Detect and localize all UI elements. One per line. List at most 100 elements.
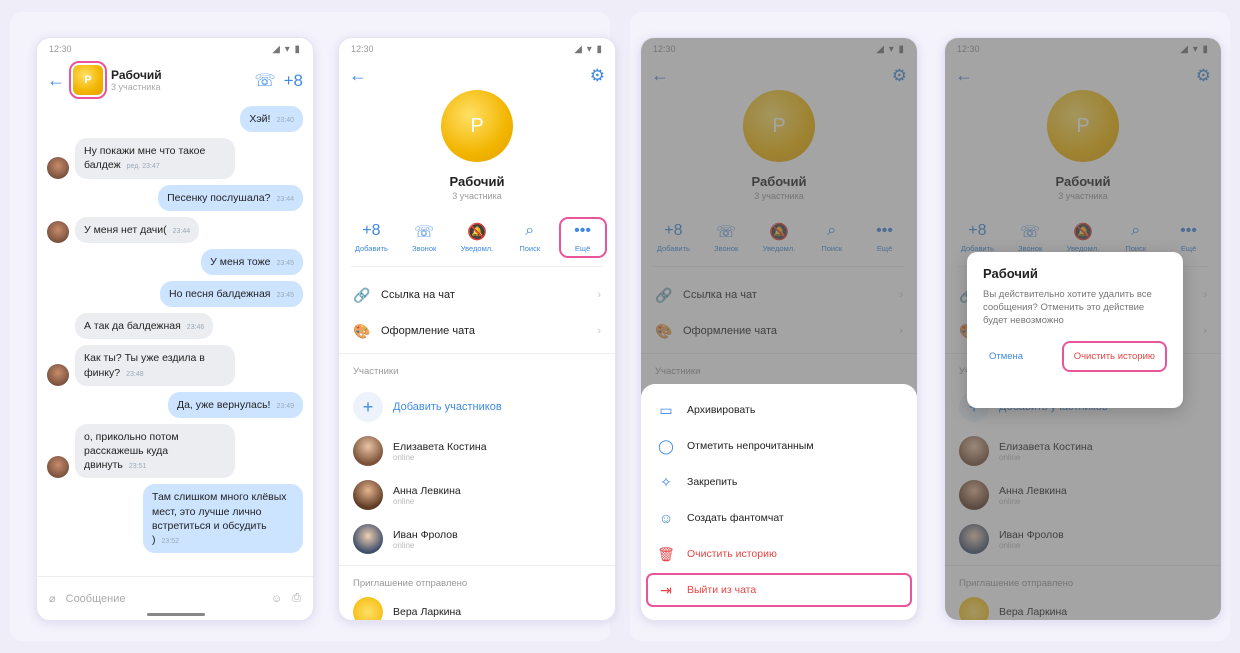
message-row: А так да балдежная 23:46 [47,313,303,340]
phone-profile: 12:30 ◢ ▾ ▮ ← ⚙ Р Рабочий 3 участника +8 Д… [338,37,616,621]
message-bubble[interactable]: Да, уже вернулась! 23:49 [167,391,303,418]
status-time: 12:30 [49,44,72,54]
chat-design-item[interactable]: 🎨 Оформление чата › [339,313,615,349]
message-bubble[interactable]: Но песня балдежная 23:45 [160,281,303,308]
message-text: У меня тоже [210,255,271,268]
avatar [353,524,383,554]
message-bubble[interactable]: У меня нет дачи( 23:44 [75,216,200,243]
member-row[interactable]: Елизавета Костинаonline [339,429,615,473]
pin-icon: ✧ [660,473,672,490]
status-icons: ◢ ▾ ▮ [272,43,301,55]
home-indicator [147,613,205,616]
add-members-item[interactable]: + Добавить участников [339,385,615,429]
archive-item[interactable]: ▭ Архивировать [641,392,917,428]
pin-item[interactable]: ✧ Закрепить [641,464,917,500]
add-user-icon: +8 [362,222,381,239]
action-call[interactable]: ☏ Звонок [402,219,446,256]
divider [339,565,615,566]
profile-name: Рабочий [449,174,505,189]
message-time: 23:51 [128,463,147,471]
dialog-title: Рабочий [983,266,1038,281]
avatar [353,597,383,620]
item-label: Отметить непрочитанным [687,440,814,452]
action-label: Поиск [519,244,541,253]
message-text: А так да балдежная [84,320,181,333]
leave-chat-item[interactable]: ⇥ Выйти из чата [645,572,913,608]
cancel-button[interactable]: Отмена [983,345,1029,368]
message-row: У меня тоже 23:45 [47,248,303,276]
member-row[interactable]: Анна Левкинаonline [339,473,615,517]
item-label: Ссылка на чат [381,289,455,301]
message-time: 23:44 [172,227,191,235]
message-text: У меня нет дачи( [84,223,167,236]
message-row: У меня нет дачи( 23:44 [47,216,303,243]
action-label: Ещё [574,244,591,253]
chat-link-item[interactable]: 🔗 Ссылка на чат › [339,277,615,313]
action-notifications[interactable]: 🔕 Уведомл. [455,219,499,256]
chat-avatar[interactable]: Р [69,61,107,99]
settings-gear-icon[interactable]: ⚙ [590,67,605,84]
message-time: 23:40 [276,117,294,124]
more-actions-sheet: ▭ Архивировать ◯ Отметить непрочитанным ✧ Зак… [641,384,917,620]
divider [351,266,603,267]
member-name: Елизавета Костина [393,440,487,453]
message-row: Ну покажи мне что такое балдеж ред. 23:47 [47,138,303,179]
message-bubble[interactable]: А так да балдежная 23:46 [75,313,214,340]
item-label: Архивировать [687,404,756,416]
dialog-text: Вы действительно хотите удалить все сооб… [983,289,1152,326]
more-dots-icon: ••• [574,222,591,239]
message-time: 23:45 [276,292,294,300]
avatar [47,156,69,179]
message-row: Да, уже вернулась! 23:49 [47,391,303,418]
message-time: 23:46 [186,324,205,332]
avatar [47,363,69,386]
member-row[interactable]: Иван Фроловonline [339,517,615,561]
message-bubble[interactable]: Как ты? Ты уже ездила в финку? 23:48 [75,345,235,386]
emoji-icon[interactable]: ☺ [271,593,282,605]
status-time: 12:30 [351,44,374,54]
member-status: online [393,540,415,550]
back-arrow-icon[interactable]: ← [349,65,367,86]
phone-icon[interactable]: ☏ [254,72,275,89]
member-status: online [393,496,415,506]
message-bubble[interactable]: Там слишком много клёвых мест, это лучше… [143,484,303,554]
chat-title-block[interactable]: Рабочий 3 участника [111,68,246,92]
clear-history-item[interactable]: 🗑 Очистить историю [641,536,917,572]
attach-icon[interactable]: ⌀ [49,592,56,605]
plus-icon: + [353,392,383,422]
back-arrow-icon[interactable]: ← [47,70,65,91]
add-members-label: Добавить участников [393,401,502,413]
message-time: ред. 23:47 [126,163,160,171]
message-bubble[interactable]: о, прикольно потом расскажешь куда двину… [75,423,235,479]
message-bubble[interactable]: Песенку послушала? 23:44 [158,184,303,211]
message-text: Как ты? Ты уже ездила в финку? [84,352,205,379]
message-row: Песенку послушала? 23:44 [47,184,303,211]
divider [339,353,615,354]
action-label: Уведомл. [460,244,494,253]
profile-header: ← ⚙ [339,60,615,90]
microphone-icon[interactable]: ⎙ [292,592,301,605]
action-more[interactable]: ••• Ещё [558,217,607,258]
message-time: 23:48 [126,370,144,378]
member-name: Иван Фролов [393,528,458,541]
message-bubble[interactable]: Ну покажи мне что такое балдеж ред. 23:47 [75,138,235,179]
message-bubble[interactable]: Хэй! 23:40 [240,106,303,133]
phone-more-menu: 12:30◢ ▾ ▮ ← ⚙ Р Рабочий 3 участника +8Д… [640,37,918,621]
clear-history-button[interactable]: Очистить историю [1061,341,1167,373]
action-label: Добавить [354,244,388,253]
message-bubble[interactable]: У меня тоже 23:45 [201,248,303,276]
profile-avatar: Р [441,90,513,162]
dialog-buttons: Отмена Очистить историю [983,341,1167,373]
profile-block: Р Рабочий 3 участника [339,90,615,201]
invitee-row[interactable]: Вера Ларкина [339,597,615,620]
phantom-chat-item[interactable]: ☺ Создать фантомчат [641,500,917,536]
message-input[interactable]: Сообщение [66,593,261,605]
avatar [353,436,383,466]
mark-unread-item[interactable]: ◯ Отметить непрочитанным [641,428,917,464]
action-search[interactable]: ⌕ Поиск [508,219,552,256]
add-user-icon[interactable]: +8 [284,72,303,89]
action-add[interactable]: +8 Добавить [349,219,393,256]
status-icons: ◢ ▾ ▮ [574,43,603,55]
message-row: Там слишком много клёвых мест, это лучше… [47,484,303,554]
status-bar: 12:30 ◢ ▾ ▮ [37,38,313,60]
